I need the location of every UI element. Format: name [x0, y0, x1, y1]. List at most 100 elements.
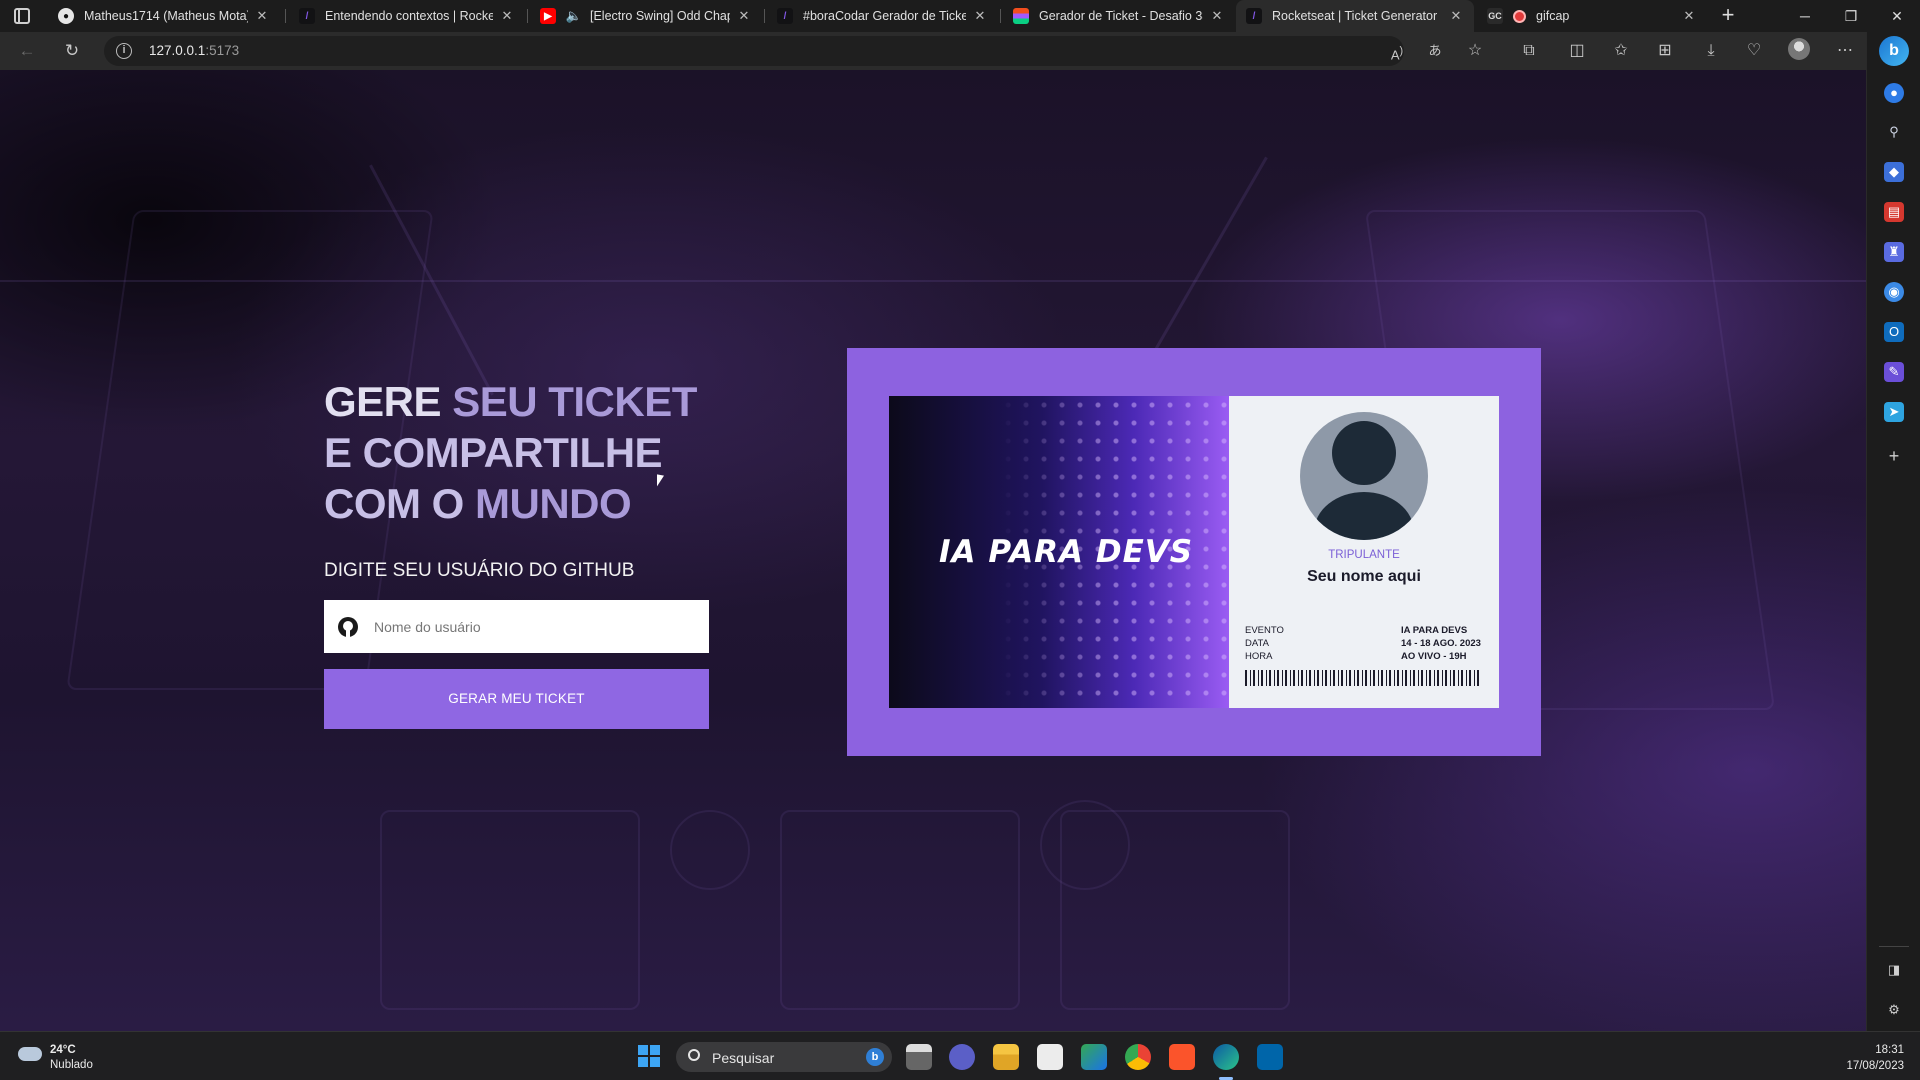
close-icon[interactable]: ✕ — [736, 8, 752, 24]
avatar — [1300, 412, 1428, 540]
close-window-button[interactable]: ✕ — [1874, 0, 1920, 32]
translate-icon[interactable]: あ — [1424, 40, 1446, 62]
tab-title: [Electro Swing] Odd Chap - — [590, 9, 730, 23]
cloud-icon[interactable] — [18, 1047, 42, 1061]
games-icon[interactable]: ♜ — [1884, 242, 1904, 262]
avatar-head — [1332, 421, 1396, 485]
system-clock[interactable]: 18:31 17/08/2023 — [1846, 1042, 1904, 1074]
tab-title: Rocketseat | Ticket Generator — [1272, 9, 1438, 23]
browser-tab-strip: ● Matheus1714 (Matheus Mota) ✕ / Entende… — [0, 0, 1920, 32]
split-screen-icon[interactable]: ◫ — [1566, 40, 1588, 62]
teams-chat-icon[interactable] — [949, 1044, 975, 1070]
barcode — [1245, 670, 1481, 686]
close-icon[interactable]: ✕ — [1209, 8, 1225, 24]
profile-avatar[interactable] — [1788, 38, 1810, 60]
tab-title: gifcap — [1536, 9, 1570, 23]
username-field[interactable] — [324, 600, 709, 653]
file-explorer-icon[interactable] — [993, 1044, 1019, 1070]
tab-ticket-generator[interactable]: / Rocketseat | Ticket Generator ✕ — [1236, 0, 1474, 32]
tab-boracodar[interactable]: / #boraCodar Gerador de Ticket | ✕ — [767, 0, 998, 32]
tab-rocketseat-contextos[interactable]: / Entendendo contextos | Rocketseat ✕ — [289, 0, 525, 32]
close-icon[interactable]: ✕ — [499, 8, 515, 24]
google-meet-icon[interactable] — [1081, 1044, 1107, 1070]
background-decoration — [670, 810, 750, 890]
background-decoration — [1040, 800, 1130, 890]
tab-actions-icon[interactable] — [14, 8, 30, 24]
tab-gifcap[interactable]: GC gifcap ✕ — [1477, 0, 1707, 32]
close-icon[interactable]: ✕ — [254, 8, 270, 24]
favorite-star-icon[interactable]: ☆ — [1464, 40, 1486, 62]
copilot-icon[interactable]: b — [1879, 36, 1909, 66]
github-icon — [338, 616, 358, 637]
generate-ticket-button[interactable]: GERAR MEU TICKET — [324, 669, 709, 729]
youtube-icon: ▶ — [540, 8, 556, 24]
extensions-icon[interactable]: ⧉ — [1518, 40, 1540, 62]
gifcap-icon: GC — [1487, 8, 1503, 24]
rocketseat-icon: / — [1246, 8, 1262, 24]
tab-title: Gerador de Ticket - Desafio 33 ( — [1039, 9, 1203, 23]
edge-icon[interactable] — [1213, 1044, 1239, 1080]
avatar-body — [1314, 492, 1414, 540]
recording-icon — [1513, 9, 1526, 23]
close-icon[interactable]: ✕ — [1681, 8, 1697, 24]
restore-button[interactable]: ❐ — [1828, 0, 1874, 32]
settings-gear-icon[interactable]: ⚙ — [1884, 1000, 1904, 1020]
page-headline: GERE SEU TICKET E COMPARTILHE COM O MUND… — [324, 378, 697, 527]
start-button[interactable] — [638, 1045, 660, 1067]
notifications-icon[interactable]: ● — [1884, 83, 1904, 103]
browser-essentials-icon[interactable]: ♡ — [1743, 40, 1765, 62]
edge-sidebar: b ● ⚲ ◆ ▤ ♜ ◉ O ✎ ➤ + ◨ ⚙ — [1866, 32, 1920, 1031]
mouse-cursor — [657, 474, 664, 488]
ticket-artwork: IA PARA DEVS — [889, 396, 1229, 708]
close-icon[interactable]: ✕ — [1448, 8, 1464, 24]
downloads-icon[interactable]: ⤓ — [1700, 40, 1722, 62]
tab-figma[interactable]: Gerador de Ticket - Desafio 33 ( ✕ — [1003, 0, 1235, 32]
hide-sidebar-icon[interactable]: ◨ — [1884, 960, 1904, 980]
address-url[interactable]: 127.0.0.1:5173 — [149, 43, 239, 58]
brave-icon[interactable] — [1169, 1044, 1195, 1070]
tab-title: Matheus1714 (Matheus Mota) — [84, 9, 248, 23]
chrome-icon[interactable] — [1125, 1044, 1151, 1070]
site-info-icon[interactable]: i — [116, 43, 132, 59]
new-tab-button[interactable]: + — [1716, 4, 1740, 28]
collections-icon[interactable]: ⊞ — [1654, 40, 1676, 62]
ticket-name: Seu nome aqui — [1307, 568, 1421, 585]
read-aloud-icon[interactable]: A) — [1386, 40, 1408, 62]
tab-github[interactable]: ● Matheus1714 (Matheus Mota) ✕ — [48, 0, 280, 32]
windows-taskbar: 24°C Nublado Pesquisar b 18:31 17/08/202… — [0, 1031, 1920, 1080]
favorites-icon[interactable]: ✩ — [1610, 40, 1632, 62]
figma-icon — [1013, 8, 1029, 24]
background-decoration — [380, 810, 640, 1010]
search-icon[interactable]: ⚲ — [1884, 122, 1904, 142]
event-logo: IA PARA DEVS — [939, 534, 1194, 570]
designer-icon[interactable]: ✎ — [1884, 362, 1904, 382]
ticket-field-values: IA PARA DEVS 14 - 18 AGO. 2023 AO VIVO -… — [1401, 625, 1481, 662]
tab-title: #boraCodar Gerador de Ticket | — [803, 9, 966, 23]
vscode-icon[interactable] — [1257, 1044, 1283, 1070]
speaker-icon[interactable]: 🔈 — [566, 8, 582, 24]
username-input[interactable] — [374, 618, 694, 635]
drop-icon[interactable]: ➤ — [1884, 402, 1904, 422]
address-bar[interactable]: i 127.0.0.1:5173 — [104, 36, 1404, 66]
tools-icon[interactable]: ▤ — [1884, 202, 1904, 222]
task-view-icon[interactable] — [906, 1044, 932, 1070]
snipping-tool-icon[interactable] — [1037, 1044, 1063, 1070]
close-icon[interactable]: ✕ — [972, 8, 988, 24]
back-button[interactable]: ← — [16, 40, 38, 62]
weather-widget[interactable]: 24°C Nublado — [50, 1043, 93, 1073]
microsoft365-icon[interactable]: ◉ — [1884, 282, 1904, 302]
search-icon — [688, 1049, 700, 1061]
more-options-icon[interactable]: ⋯ — [1834, 40, 1856, 62]
minimize-button[interactable]: ─ — [1782, 0, 1828, 32]
taskbar-search[interactable]: Pesquisar b — [676, 1042, 892, 1072]
tab-title: Entendendo contextos | Rocketseat — [325, 9, 493, 23]
background-decoration — [780, 810, 1020, 1010]
ticket-info-card: TRIPULANTE Seu nome aqui EVENTO DATA HOR… — [1229, 396, 1499, 708]
outlook-icon[interactable]: O — [1884, 322, 1904, 342]
shopping-tag-icon[interactable]: ◆ — [1884, 162, 1904, 182]
page-viewport: GERE SEU TICKET E COMPARTILHE COM O MUND… — [0, 70, 1866, 1031]
tab-youtube[interactable]: ▶ 🔈 [Electro Swing] Odd Chap - ✕ — [530, 0, 762, 32]
reload-button[interactable]: ↻ — [61, 40, 83, 62]
add-sidebar-app-icon[interactable]: + — [1884, 446, 1904, 466]
ticket-field-labels: EVENTO DATA HORA — [1245, 625, 1284, 662]
